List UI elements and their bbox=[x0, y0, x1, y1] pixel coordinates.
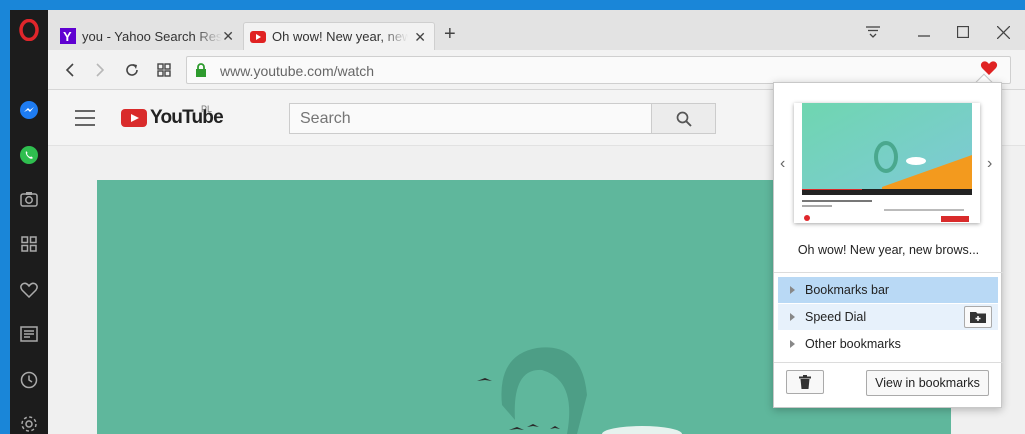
back-icon[interactable] bbox=[60, 60, 80, 80]
trash-icon bbox=[799, 375, 811, 389]
folder-other-bookmarks[interactable]: Other bookmarks bbox=[778, 331, 998, 357]
folder-label: Bookmarks bar bbox=[805, 283, 890, 297]
history-clock-icon[interactable] bbox=[17, 368, 41, 392]
new-folder-button[interactable] bbox=[964, 306, 992, 328]
youtube-play-icon bbox=[121, 109, 147, 127]
new-folder-icon bbox=[970, 312, 986, 323]
tab-bar: Y you - Yahoo Search Results ✕ Oh wow! N… bbox=[48, 10, 1025, 50]
view-in-bookmarks-button[interactable]: View in bookmarks bbox=[866, 370, 989, 396]
chevron-right-icon[interactable]: › bbox=[987, 155, 992, 173]
youtube-search-field[interactable] bbox=[289, 103, 652, 134]
opera-logo-icon[interactable] bbox=[17, 18, 41, 42]
search-icon bbox=[676, 111, 692, 127]
folder-label: Speed Dial bbox=[805, 310, 867, 324]
folder-speed-dial[interactable]: Speed Dial bbox=[778, 304, 998, 330]
region-label: PL bbox=[201, 104, 213, 114]
messenger-icon[interactable] bbox=[17, 98, 41, 122]
yahoo-icon: Y bbox=[60, 28, 76, 44]
divider bbox=[774, 362, 1003, 363]
maximize-icon[interactable] bbox=[951, 20, 975, 44]
bookmark-title[interactable]: Oh wow! New year, new brows... bbox=[774, 243, 1003, 257]
divider bbox=[774, 272, 1003, 273]
youtube-icon bbox=[250, 29, 266, 45]
bookmarks-heart-icon[interactable] bbox=[17, 278, 41, 302]
tab-menu-icon[interactable] bbox=[861, 20, 885, 44]
bookmark-popup: ‹ › Oh wow! New year, new brows... Bookm… bbox=[773, 82, 1003, 408]
folder-bookmarks-bar[interactable]: Bookmarks bar bbox=[778, 277, 998, 303]
tab-youtube[interactable]: Oh wow! New year, new browser ✕ bbox=[243, 22, 435, 50]
sidebar bbox=[10, 10, 48, 434]
new-tab-icon[interactable]: + bbox=[444, 24, 456, 44]
expand-triangle-icon[interactable] bbox=[790, 313, 795, 321]
delete-bookmark-button[interactable] bbox=[786, 370, 824, 394]
reload-icon[interactable] bbox=[122, 60, 142, 80]
camera-icon[interactable] bbox=[17, 187, 41, 211]
browser-window: Y you - Yahoo Search Results ✕ Oh wow! N… bbox=[10, 10, 1025, 434]
lock-icon bbox=[195, 63, 207, 83]
tabs-grid-icon[interactable] bbox=[154, 60, 174, 80]
chevron-left-icon[interactable]: ‹ bbox=[780, 155, 785, 173]
address-field[interactable]: www.youtube.com/watch bbox=[186, 56, 1011, 84]
news-icon[interactable] bbox=[17, 322, 41, 346]
svg-text:Y: Y bbox=[63, 29, 72, 44]
forward-icon[interactable] bbox=[90, 60, 110, 80]
search-button[interactable] bbox=[652, 103, 716, 134]
whatsapp-icon[interactable] bbox=[17, 143, 41, 167]
expand-triangle-icon[interactable] bbox=[790, 340, 795, 348]
tab-title: you - Yahoo Search Results bbox=[82, 28, 222, 44]
folder-label: Other bookmarks bbox=[805, 337, 901, 351]
tab-yahoo[interactable]: Y you - Yahoo Search Results ✕ bbox=[54, 22, 242, 50]
minimize-icon[interactable] bbox=[912, 20, 936, 44]
expand-triangle-icon[interactable] bbox=[790, 286, 795, 294]
search-input[interactable] bbox=[290, 104, 651, 133]
settings-gear-icon[interactable] bbox=[17, 412, 41, 434]
menu-hamburger-icon[interactable] bbox=[75, 110, 95, 126]
speed-dial-icon[interactable] bbox=[17, 232, 41, 256]
url-text: www.youtube.com/watch bbox=[220, 63, 375, 79]
tab-title: Oh wow! New year, new browser bbox=[272, 29, 408, 44]
tab-close-icon[interactable]: ✕ bbox=[414, 30, 426, 44]
close-window-icon[interactable] bbox=[991, 20, 1015, 44]
tab-close-icon[interactable]: ✕ bbox=[222, 29, 234, 43]
page-thumbnail[interactable] bbox=[794, 103, 980, 223]
